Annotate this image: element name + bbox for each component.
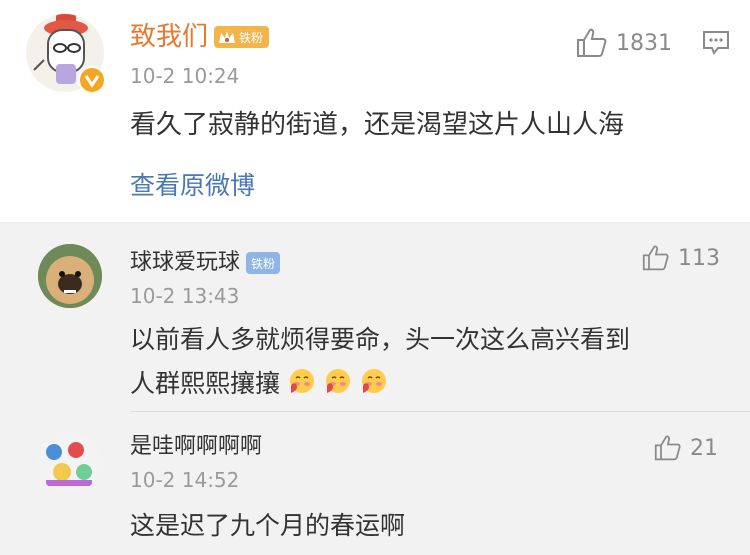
reply-author-avatar[interactable]	[38, 432, 100, 494]
post-like-button[interactable]: 1831	[576, 28, 672, 58]
reply-like-count: 113	[678, 245, 720, 271]
post-author-name[interactable]: 致我们	[130, 22, 208, 52]
fan-badge: 铁粉	[246, 252, 281, 274]
reply-like-button[interactable]: 113	[642, 244, 720, 272]
reply-text-line-2-text: 人群熙熙攘攘	[130, 369, 281, 398]
thumbs-up-icon	[654, 435, 681, 461]
post-like-count: 1831	[616, 30, 672, 56]
verified-icon	[78, 66, 106, 94]
reply-author-row: 是哇啊啊啊啊	[130, 432, 262, 462]
post-author-row: 致我们 铁粉	[130, 22, 270, 52]
crown-icon	[219, 31, 236, 43]
fan-badge-label: 铁粉	[251, 256, 276, 271]
reply-time: 10-2 13:43	[130, 284, 240, 308]
thumbs-up-icon	[577, 28, 607, 57]
post-text: 看久了寂静的街道，还是渴望这片人山人海	[130, 110, 625, 140]
reply-time: 10-2 14:52	[130, 468, 240, 492]
reply-item: 是哇啊啊啊啊 10-2 14:52 21 这是迟了九个月的春运啊	[0, 412, 750, 555]
post-time: 10-2 10:24	[130, 64, 240, 88]
main-comment-card: 致我们 铁粉 10-2 10:24 1831 看久了寂静的街道，还是渴望这片人山…	[0, 0, 750, 222]
fan-badge-label: 铁粉	[239, 30, 264, 45]
comment-icon[interactable]	[702, 30, 730, 60]
blush-emoji	[324, 367, 352, 401]
reply-like-count: 21	[690, 435, 718, 461]
reply-text-line-2: 人群熙熙攘攘	[130, 364, 396, 401]
blush-emoji	[288, 367, 316, 401]
emoji-group	[288, 369, 396, 398]
view-original-link[interactable]: 查看原微博	[130, 166, 255, 202]
reply-item: 球球爱玩球 铁粉 10-2 13:43 113 以前看人多就烦得要命，头一次这么…	[0, 222, 750, 412]
reply-text: 这是迟了九个月的春运啊	[130, 511, 406, 540]
reply-author-avatar[interactable]	[38, 244, 102, 308]
fan-badge: 铁粉	[214, 26, 270, 48]
reply-like-button[interactable]: 21	[654, 434, 718, 462]
blush-emoji	[360, 367, 388, 401]
thumbs-up-icon	[642, 245, 669, 271]
reply-author-name[interactable]: 是哇啊啊啊啊	[130, 432, 262, 462]
reply-author-name[interactable]: 球球爱玩球	[130, 248, 240, 278]
reply-author-row: 球球爱玩球 铁粉	[130, 248, 281, 278]
reply-text-line-1: 以前看人多就烦得要命，头一次这么高兴看到	[130, 325, 631, 354]
